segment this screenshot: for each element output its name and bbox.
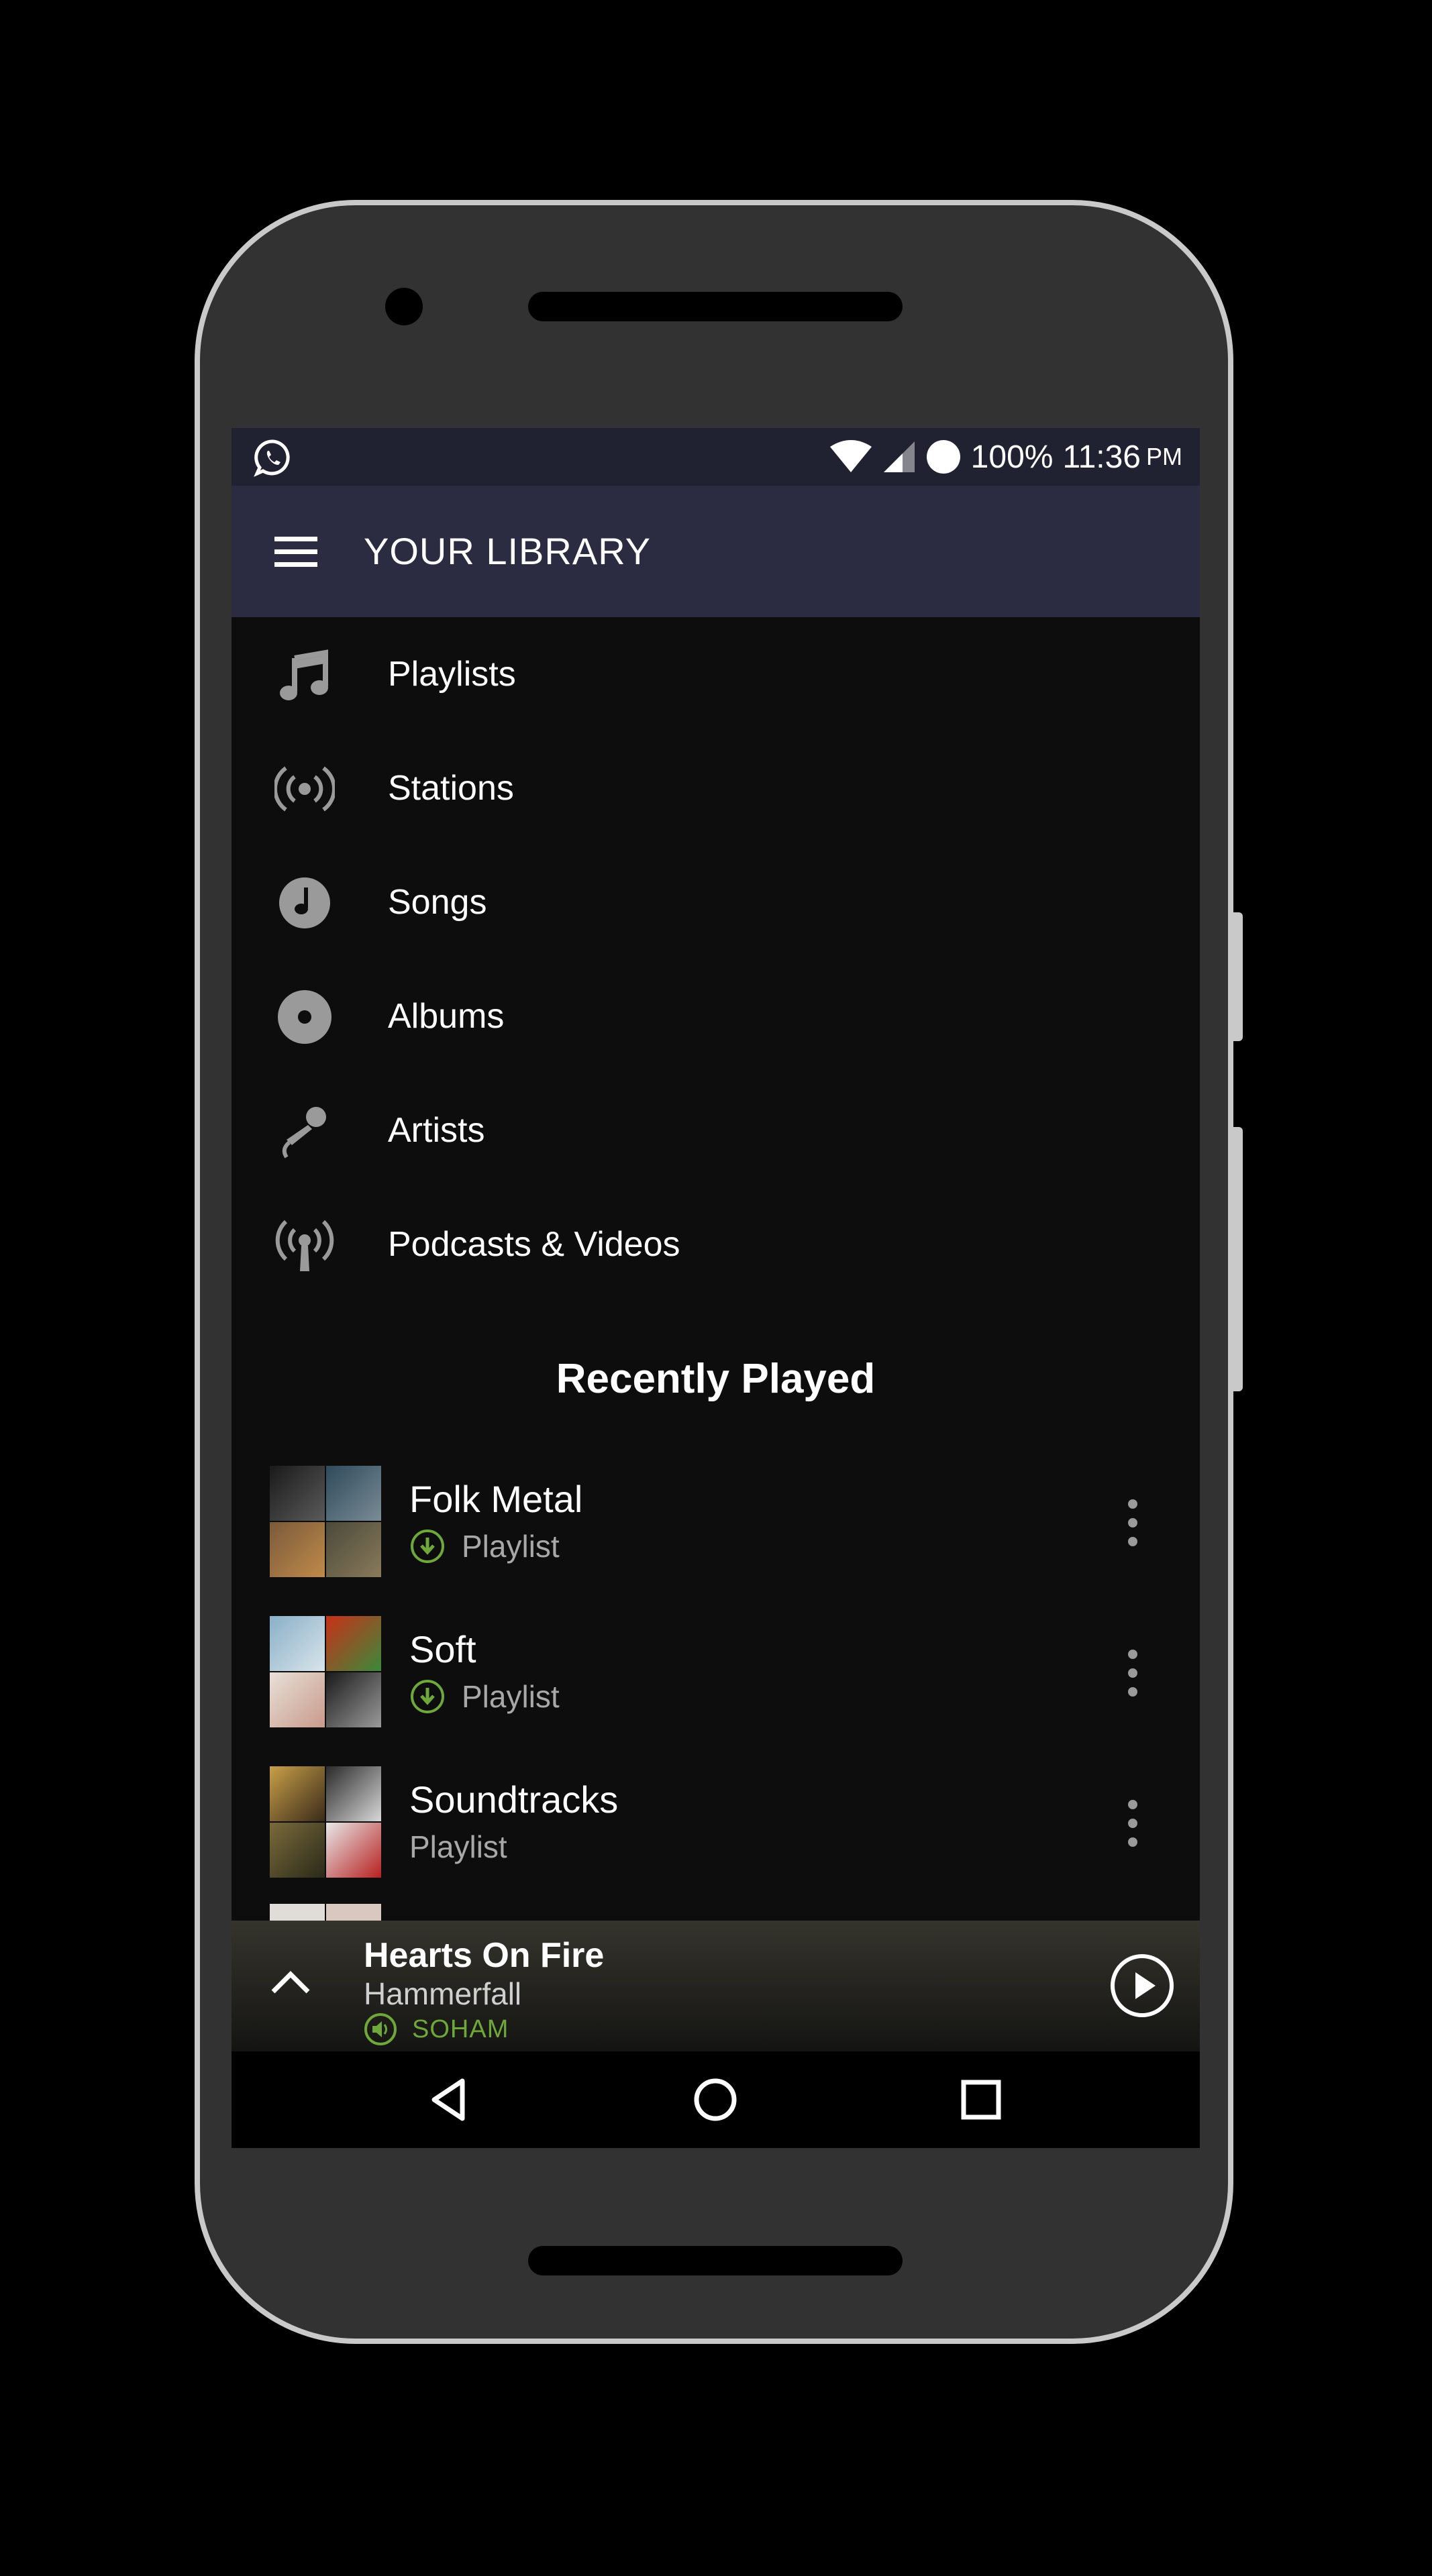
nav-item-podcasts[interactable]: Podcasts & Videos [232, 1187, 1200, 1301]
phone-bottom-speaker [528, 2246, 903, 2275]
playlist-subtitle: Playlist [409, 1829, 507, 1865]
nav-item-albums[interactable]: Albums [232, 959, 1200, 1073]
radio-station-icon [274, 766, 335, 812]
phone-front-camera [385, 288, 423, 325]
chevron-up-icon[interactable] [264, 1962, 317, 2002]
playlist-type: Playlist [409, 1829, 507, 1864]
playlist-name: Soft [409, 1628, 476, 1670]
recently-played-title: Recently Played [556, 1356, 876, 1402]
downloaded-icon [411, 1680, 444, 1713]
now-playing-bar[interactable]: Hearts On Fire Hammerfall SOHAM [232, 1921, 1200, 2051]
nav-item-stations[interactable]: Stations [232, 731, 1200, 845]
music-note-icon [280, 649, 328, 700]
hamburger-menu-icon[interactable] [273, 531, 320, 572]
playlist-type: Playlist [462, 1529, 560, 1564]
nav-label-playlists: Playlists [388, 655, 516, 694]
back-icon[interactable] [423, 2073, 477, 2127]
microphone-icon [282, 1107, 326, 1159]
nav-item-artists[interactable]: Artists [232, 1073, 1200, 1187]
recents-icon[interactable] [954, 2073, 1008, 2127]
playlist-artwork [270, 1466, 381, 1577]
battery-percentage: 100% [970, 439, 1054, 475]
playlist-artwork [270, 1766, 381, 1878]
more-options-icon[interactable] [1126, 1496, 1139, 1550]
playlist-type: Playlist [462, 1679, 560, 1714]
phone-power-button [1233, 912, 1243, 1041]
phone-top-speaker [528, 292, 903, 321]
app-toolbar: YOUR LIBRARY [232, 486, 1200, 617]
recent-item-folk-metal[interactable]: Folk Metal Playlist [232, 1449, 1200, 1599]
library-nav: Playlists Stations Songs Albums Artists … [232, 617, 1200, 1301]
podcast-icon [275, 1220, 334, 1271]
nav-label-songs: Songs [388, 883, 487, 922]
playlist-name: Folk Metal [409, 1478, 583, 1520]
recent-item-soft[interactable]: Soft Playlist [232, 1599, 1200, 1750]
speaker-icon [364, 2013, 397, 2045]
phone-volume-button [1233, 1127, 1243, 1391]
nav-label-stations: Stations [388, 769, 514, 808]
clock-time: 11:36 [1062, 439, 1141, 475]
connected-device[interactable]: SOHAM [364, 2012, 509, 2046]
home-icon[interactable] [688, 2073, 742, 2127]
playlist-subtitle: Playlist [409, 1528, 560, 1564]
system-nav-bar [232, 2051, 1200, 2148]
more-options-icon[interactable] [1126, 1796, 1139, 1850]
wifi-icon [829, 440, 872, 472]
device-name: SOHAM [412, 2015, 509, 2043]
nav-label-albums: Albums [388, 997, 505, 1036]
whatsapp-icon [254, 439, 290, 477]
playlist-artwork [270, 1616, 381, 1727]
now-playing-artist: Hammerfall [364, 1976, 522, 2011]
battery-icon [926, 440, 960, 474]
app-screen: 100% 11:36 PM YOUR LIBRARY Playlists Sta… [232, 428, 1200, 2148]
page-title: YOUR LIBRARY [364, 530, 651, 572]
play-button[interactable] [1109, 1952, 1176, 2019]
album-disc-icon [278, 990, 331, 1044]
song-disc-icon [279, 877, 330, 928]
nav-label-podcasts: Podcasts & Videos [388, 1225, 680, 1264]
clock-ampm: PM [1146, 443, 1182, 470]
playlist-subtitle: Playlist [409, 1678, 560, 1715]
cell-signal-icon [883, 441, 915, 472]
nav-item-playlists[interactable]: Playlists [232, 617, 1200, 731]
downloaded-icon [411, 1529, 444, 1563]
playlist-name: Soundtracks [409, 1778, 619, 1821]
nav-item-songs[interactable]: Songs [232, 845, 1200, 959]
more-options-icon[interactable] [1126, 1646, 1139, 1700]
status-bar: 100% 11:36 PM [232, 428, 1200, 486]
nav-label-artists: Artists [388, 1111, 485, 1150]
now-playing-track: Hearts On Fire [364, 1936, 605, 1975]
recent-item-partial[interactable] [270, 1904, 381, 1921]
recent-item-soundtracks[interactable]: Soundtracks Playlist [232, 1750, 1200, 1900]
